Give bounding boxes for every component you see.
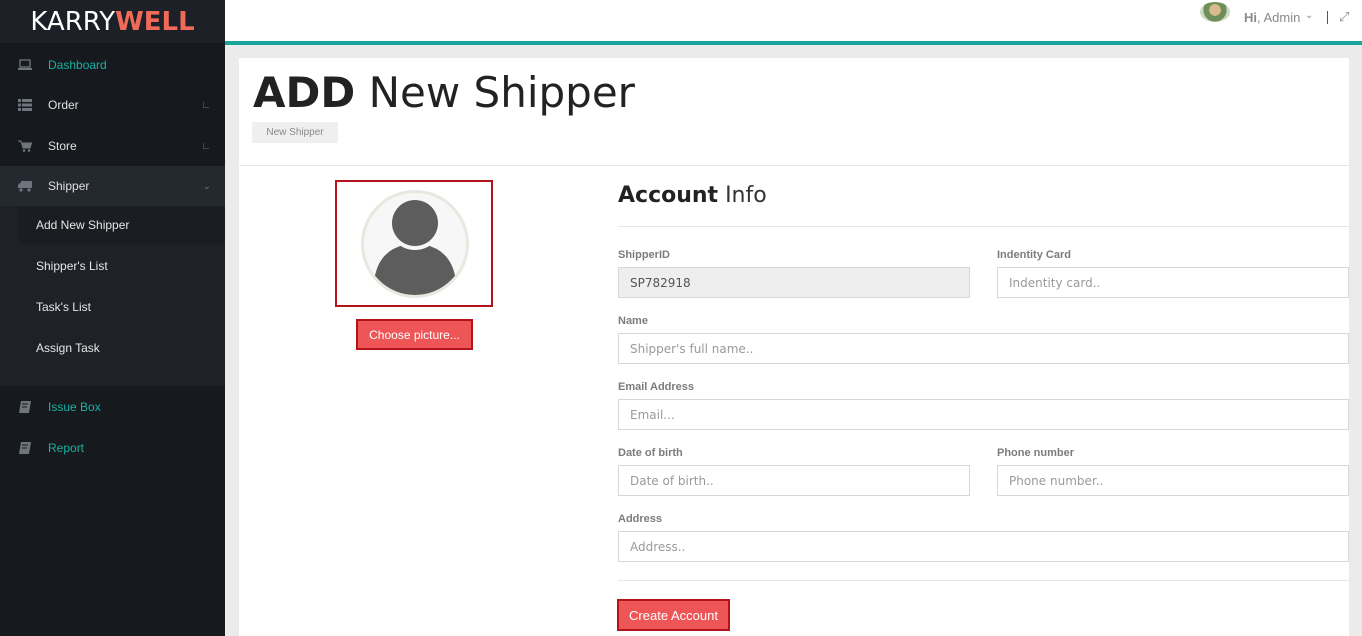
submenu-item-label: Assign Task xyxy=(36,341,100,355)
email-field[interactable] xyxy=(618,399,1349,430)
breadcrumb[interactable]: New Shipper xyxy=(252,122,338,143)
chevron-down-icon[interactable]: ⌄ xyxy=(1305,10,1313,21)
sidebar-item-order[interactable]: Order ∟ xyxy=(0,85,225,125)
sidebar-item-report[interactable]: Report xyxy=(0,428,225,468)
section-title-rest: Info xyxy=(718,183,767,208)
submenu-item-add-new-shipper[interactable]: Add New Shipper xyxy=(18,206,225,244)
list-icon xyxy=(18,98,32,112)
avatar[interactable] xyxy=(1200,2,1230,22)
name-label: Name xyxy=(618,315,648,327)
page-title-bold: ADD xyxy=(253,68,356,117)
submenu-item-label: Add New Shipper xyxy=(36,218,130,232)
chevron-left-icon: ∟ xyxy=(201,99,211,111)
sidebar-item-label: Issue Box xyxy=(48,400,101,414)
brand-part2: WELL xyxy=(115,6,195,37)
create-account-button[interactable]: Create Account xyxy=(617,599,730,631)
phone-label: Phone number xyxy=(997,447,1075,459)
topbar xyxy=(225,0,1362,41)
identity-card-label: Indentity Card xyxy=(997,249,1071,261)
brand-logo[interactable]: KARRY WELL xyxy=(0,0,225,43)
sidebar-item-shipper[interactable]: Shipper ⌄ xyxy=(0,166,225,206)
username: , Admin xyxy=(1257,10,1301,25)
dob-label: Date of birth xyxy=(618,447,683,459)
name-field[interactable] xyxy=(618,333,1349,364)
user-silhouette-icon xyxy=(361,190,469,298)
address-field[interactable] xyxy=(618,531,1349,562)
sidebar-item-label: Store xyxy=(48,139,77,153)
submenu-item-tasks-list[interactable]: Task's List xyxy=(18,288,225,326)
shipper-submenu: Add New Shipper Shipper's List Task's Li… xyxy=(0,206,225,386)
user-menu[interactable]: Hi, Admin xyxy=(1244,10,1300,25)
sidebar-item-label: Dashboard xyxy=(48,58,107,72)
fullscreen-icon[interactable]: ⤢ xyxy=(1339,9,1349,25)
address-label: Address xyxy=(618,513,663,525)
submenu-item-assign-task[interactable]: Assign Task xyxy=(18,329,225,367)
cart-icon xyxy=(18,139,32,153)
sidebar: KARRY WELL Dashboard Order ∟ Store ∟ Ship… xyxy=(0,0,225,636)
section-title-bold: Account xyxy=(618,183,719,208)
divider xyxy=(239,165,1349,166)
sidebar-item-label: Report xyxy=(48,441,85,455)
divider xyxy=(1327,11,1328,24)
brand-part1: KARRY xyxy=(30,6,116,37)
book-icon xyxy=(18,441,32,455)
shipper-id-field[interactable] xyxy=(618,267,970,298)
identity-card-field[interactable] xyxy=(997,267,1349,298)
sidebar-item-label: Order xyxy=(48,98,79,112)
phone-field[interactable] xyxy=(997,465,1349,496)
section-title: Account Info xyxy=(618,183,767,208)
laptop-icon xyxy=(18,58,32,72)
submenu-item-label: Shipper's List xyxy=(36,259,108,273)
sidebar-item-label: Shipper xyxy=(48,179,90,193)
sidebar-item-issue-box[interactable]: Issue Box xyxy=(0,387,225,427)
sidebar-item-store[interactable]: Store ∟ xyxy=(0,126,225,166)
truck-icon xyxy=(18,179,32,193)
sidebar-item-dashboard[interactable]: Dashboard xyxy=(0,45,225,85)
submenu-item-shippers-list[interactable]: Shipper's List xyxy=(18,247,225,285)
email-label: Email Address xyxy=(618,381,695,393)
chevron-left-icon: ∟ xyxy=(201,140,211,152)
page-title: ADD New Shipper xyxy=(253,68,635,117)
profile-picture-frame xyxy=(335,180,493,307)
greeting: Hi xyxy=(1244,10,1257,25)
book-icon xyxy=(18,400,32,414)
dob-field[interactable] xyxy=(618,465,970,496)
divider xyxy=(618,580,1349,581)
divider xyxy=(618,226,1349,227)
page-title-rest: New Shipper xyxy=(355,68,635,117)
choose-picture-button[interactable]: Choose picture... xyxy=(356,319,473,350)
shipper-id-label: ShipperID xyxy=(618,249,670,261)
submenu-item-label: Task's List xyxy=(36,300,91,314)
topbar-accent-line xyxy=(225,41,1362,45)
chevron-down-icon: ⌄ xyxy=(202,180,211,192)
